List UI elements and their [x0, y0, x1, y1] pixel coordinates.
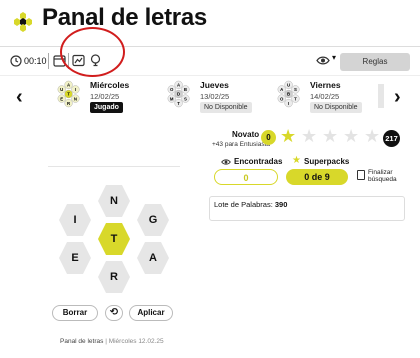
- found-label: Encontradas: [234, 157, 283, 166]
- hex-letter-center[interactable]: T: [98, 223, 130, 255]
- star-icon: ★: [343, 126, 360, 146]
- lote-row: Lote de Palabras: 390: [214, 200, 287, 209]
- footer-app-name: Panal de letras: [60, 338, 104, 345]
- day-status-badge: No Disponible: [310, 102, 362, 113]
- honeycomb-logo-icon: [14, 12, 32, 32]
- day-card-partial: [378, 84, 384, 108]
- mini-hex-letter: N: [74, 96, 77, 101]
- hex-letter-bottom[interactable]: R: [98, 261, 130, 293]
- footer-day-info: Miércoles 12.02.25: [108, 338, 164, 345]
- document-icon[interactable]: [357, 170, 365, 180]
- toolbar-divider: [48, 53, 49, 69]
- day-card[interactable]: A U I T E N R Miércoles 12/02/25 Jugado: [52, 78, 152, 114]
- mini-hex-letter: S: [294, 87, 297, 92]
- day-date: 12/02/25: [90, 92, 120, 101]
- eye-icon[interactable]: [316, 54, 330, 67]
- lote-label: Lote de Palabras:: [214, 200, 273, 209]
- mini-hex-letter: U: [60, 87, 63, 92]
- day-name: Viernes: [310, 80, 341, 90]
- hex-letter-top[interactable]: N: [98, 185, 130, 217]
- rules-button[interactable]: Reglas: [340, 53, 410, 71]
- mini-hive-icon: UA SBO TI: [277, 80, 300, 108]
- mini-hex-letter: U: [287, 83, 290, 88]
- star-icon: ★: [301, 126, 318, 146]
- eye-icon: [221, 159, 231, 165]
- finish-label-line2: búsqueda: [368, 176, 397, 183]
- score-current: 0: [261, 130, 276, 145]
- mini-hive-icon: AO BDM ST: [167, 80, 190, 108]
- divider: [48, 166, 180, 167]
- star-icon: ★: [322, 126, 339, 146]
- letter-hive: N I G T E A R: [52, 185, 176, 295]
- footer-separator: |: [105, 338, 107, 345]
- day-date: 13/02/25: [200, 92, 230, 101]
- mini-hex-letter: T: [67, 92, 70, 97]
- refresh-icon: ⟲: [109, 307, 119, 318]
- timer-value: 00:10: [24, 56, 47, 66]
- hex-letter-lower-left[interactable]: E: [59, 242, 91, 274]
- mini-hex-letter: B: [184, 87, 187, 92]
- superpacks-label: Superpacks: [304, 157, 350, 166]
- mini-hex-letter: I: [75, 87, 76, 92]
- finish-search-button[interactable]: Finalizar búsqueda: [368, 169, 397, 183]
- annotation-circle: [60, 27, 125, 77]
- apply-button[interactable]: Aplicar: [129, 305, 173, 321]
- page-title: Panal de letras: [42, 4, 207, 31]
- day-status-badge: Jugado: [90, 102, 123, 113]
- mini-hex-letter: E: [60, 96, 63, 101]
- star-icon: ★: [292, 155, 301, 166]
- next-day-arrow-icon[interactable]: ›: [394, 86, 401, 109]
- lote-value: 390: [274, 200, 288, 209]
- superpacks-count[interactable]: 0 de 9: [286, 169, 348, 185]
- day-name: Miércoles: [90, 80, 130, 90]
- hex-letter-upper-right[interactable]: G: [137, 204, 169, 236]
- star-icon: ★: [280, 126, 297, 146]
- score-max: 217: [383, 130, 400, 147]
- day-card[interactable]: A O B D M S T Jueves 13/02/25 No Disponible: [162, 78, 262, 114]
- prev-day-arrow-icon[interactable]: ‹: [16, 86, 23, 109]
- mini-hex-letter: S: [184, 96, 187, 101]
- clock-icon: [10, 55, 22, 67]
- delete-button[interactable]: Borrar: [52, 305, 98, 321]
- mini-hex-letter: M: [170, 96, 174, 101]
- day-status-badge: No Disponible: [200, 102, 252, 113]
- level-next-hint: +43 para Entusiasta: [212, 141, 270, 148]
- hex-letter-lower-right[interactable]: A: [137, 242, 169, 274]
- shuffle-button[interactable]: ⟲: [105, 305, 123, 321]
- mini-hex-letter: D: [177, 92, 180, 97]
- hex-letter-upper-left[interactable]: I: [59, 204, 91, 236]
- mini-hex-letter: I: [288, 101, 289, 106]
- level-name: Novato: [232, 130, 260, 139]
- mini-hex-letter: B: [287, 92, 290, 97]
- found-count: 0: [214, 169, 278, 185]
- mini-hex-letter: T: [177, 101, 180, 106]
- day-card[interactable]: U A S B O T I Viernes 14/02/25 No Disponible: [272, 78, 372, 114]
- footer: Panal de letras | Miércoles 12.02.25: [60, 338, 164, 345]
- dropdown-caret-icon[interactable]: ▾: [332, 53, 336, 62]
- finish-label-line1: Finalizar: [368, 169, 393, 176]
- day-name: Jueves: [200, 80, 229, 90]
- day-date: 14/02/25: [310, 92, 340, 101]
- mini-hive-icon: AU ITE NR: [57, 80, 80, 108]
- mini-hex-letter: T: [294, 96, 297, 101]
- star-icon: ★: [364, 126, 381, 146]
